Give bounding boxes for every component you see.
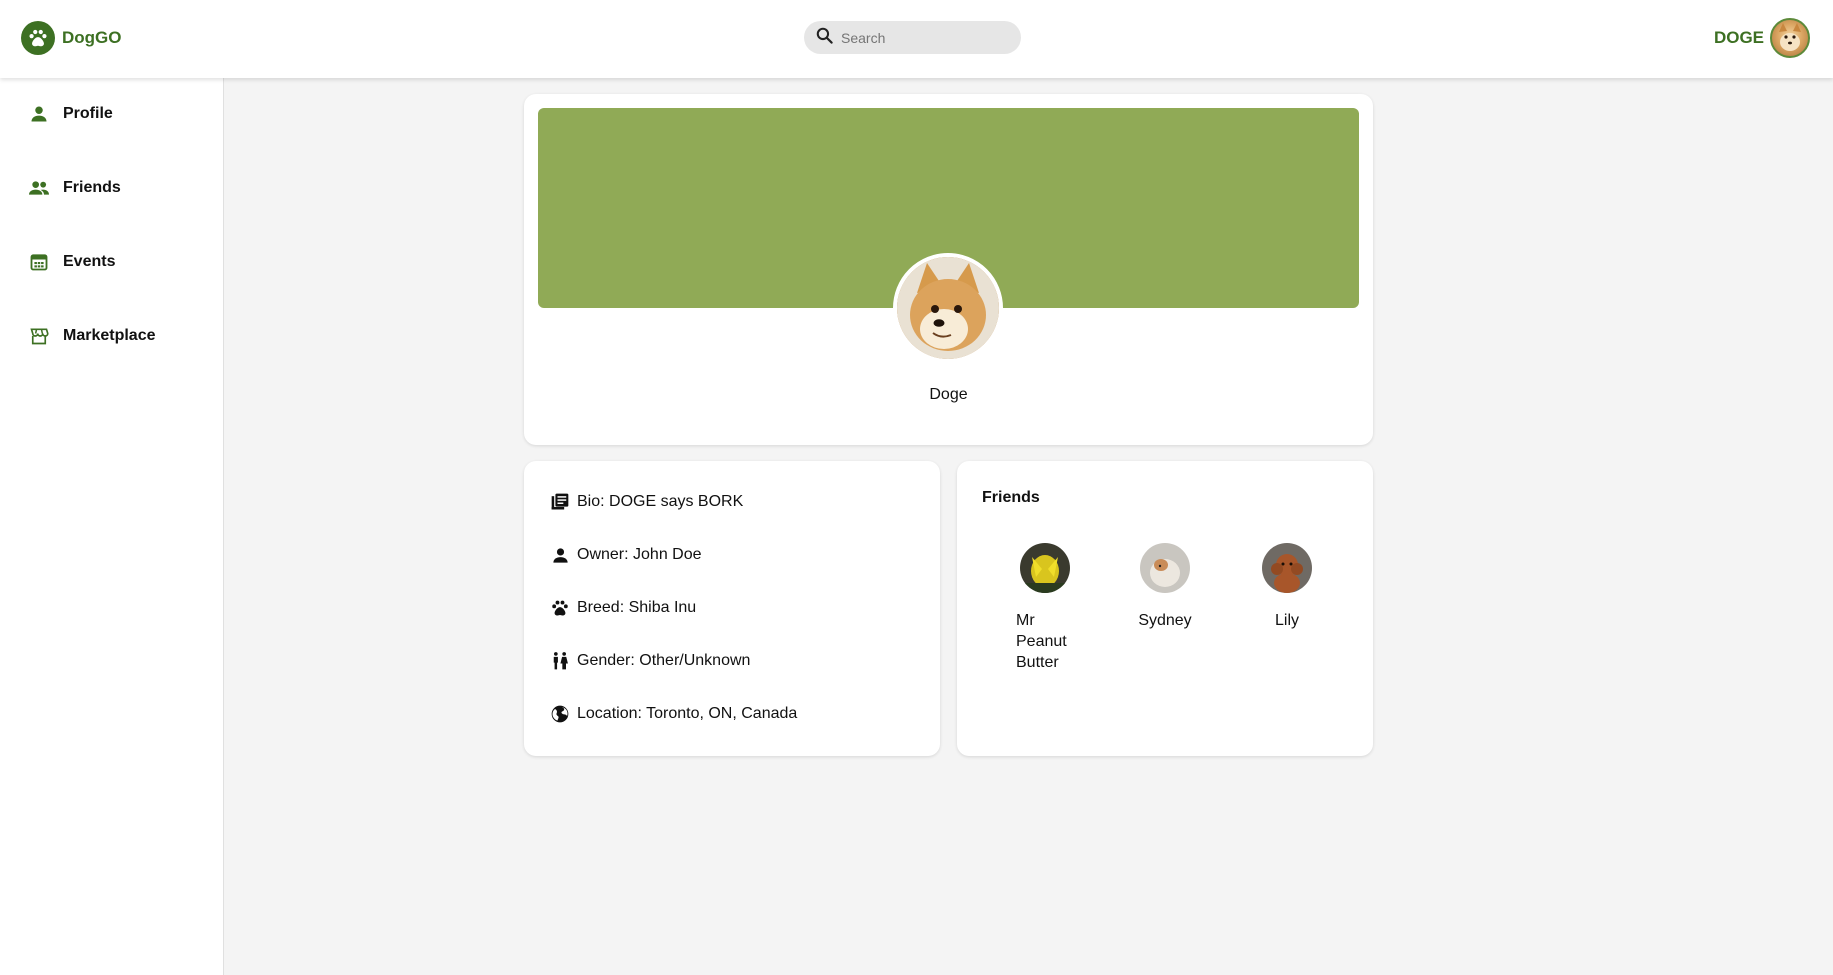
info-breed: Breed: Shiba Inu: [549, 597, 696, 619]
friends-title: Friends: [982, 489, 1040, 506]
friends-card: Friends Mr Peanut Butter Sydney Lily: [957, 461, 1373, 756]
friend-item[interactable]: Sydney: [1115, 543, 1215, 631]
info-bio: Bio: DOGE says BORK: [549, 491, 743, 513]
sidebar-item-label: Events: [63, 253, 116, 270]
storefront-icon: [28, 325, 50, 347]
friend-item[interactable]: Lily: [1237, 543, 1337, 631]
info-owner-text: Owner: John Doe: [577, 546, 702, 563]
friend-name: Sydney: [1138, 612, 1192, 629]
search-input[interactable]: [841, 29, 1011, 46]
search-bar[interactable]: [804, 21, 1021, 54]
friend-avatar[interactable]: [1020, 543, 1070, 593]
info-location: Location: Toronto, ON, Canada: [549, 703, 797, 725]
search-icon: [815, 26, 834, 50]
sidebar-item-friends[interactable]: Friends: [28, 177, 121, 199]
sidebar-item-events[interactable]: Events: [28, 251, 115, 273]
globe-icon: [549, 703, 571, 725]
logo[interactable]: DogGO: [21, 21, 122, 55]
sidebar-item-label: Profile: [63, 105, 113, 122]
wc-icon: [549, 650, 571, 672]
profile-avatar[interactable]: [893, 253, 1003, 363]
sidebar-item-marketplace[interactable]: Marketplace: [28, 325, 156, 347]
info-bio-text: Bio: DOGE says BORK: [577, 493, 744, 510]
info-breed-text: Breed: Shiba Inu: [577, 599, 697, 616]
calendar-icon: [28, 251, 50, 273]
paw-icon: [21, 21, 55, 55]
profile-info-card: Bio: DOGE says BORK Owner: John Doe Bree…: [524, 461, 940, 756]
sidebar-item-label: Marketplace: [63, 327, 156, 344]
info-owner: Owner: John Doe: [549, 544, 702, 566]
paw-icon: [549, 597, 571, 619]
person-icon: [28, 103, 50, 125]
logo-text: DogGO: [62, 28, 122, 47]
profile-card: Doge: [524, 94, 1373, 445]
sidebar-item-profile[interactable]: Profile: [28, 103, 113, 125]
sidebar: Profile Friends Events Marketplace: [0, 78, 224, 975]
user-menu[interactable]: DOGE: [1714, 18, 1810, 58]
profile-name: Doge: [929, 386, 968, 403]
friend-item[interactable]: Mr Peanut Butter: [995, 543, 1095, 673]
user-name: DOGE: [1713, 28, 1764, 47]
friend-name: Mr Peanut Butter: [1016, 612, 1067, 671]
friend-name: Lily: [1274, 612, 1299, 629]
info-gender: Gender: Other/Unknown: [549, 650, 750, 672]
info-location-text: Location: Toronto, ON, Canada: [577, 705, 798, 722]
user-avatar[interactable]: [1770, 18, 1810, 58]
friend-avatar[interactable]: [1140, 543, 1190, 593]
article-icon: [549, 491, 571, 513]
group-icon: [28, 177, 50, 199]
info-gender-text: Gender: Other/Unknown: [577, 652, 751, 669]
person-icon: [549, 544, 571, 566]
friend-avatar[interactable]: [1262, 543, 1312, 593]
sidebar-item-label: Friends: [63, 179, 121, 196]
top-header: DogGO DOGE: [0, 0, 1833, 78]
